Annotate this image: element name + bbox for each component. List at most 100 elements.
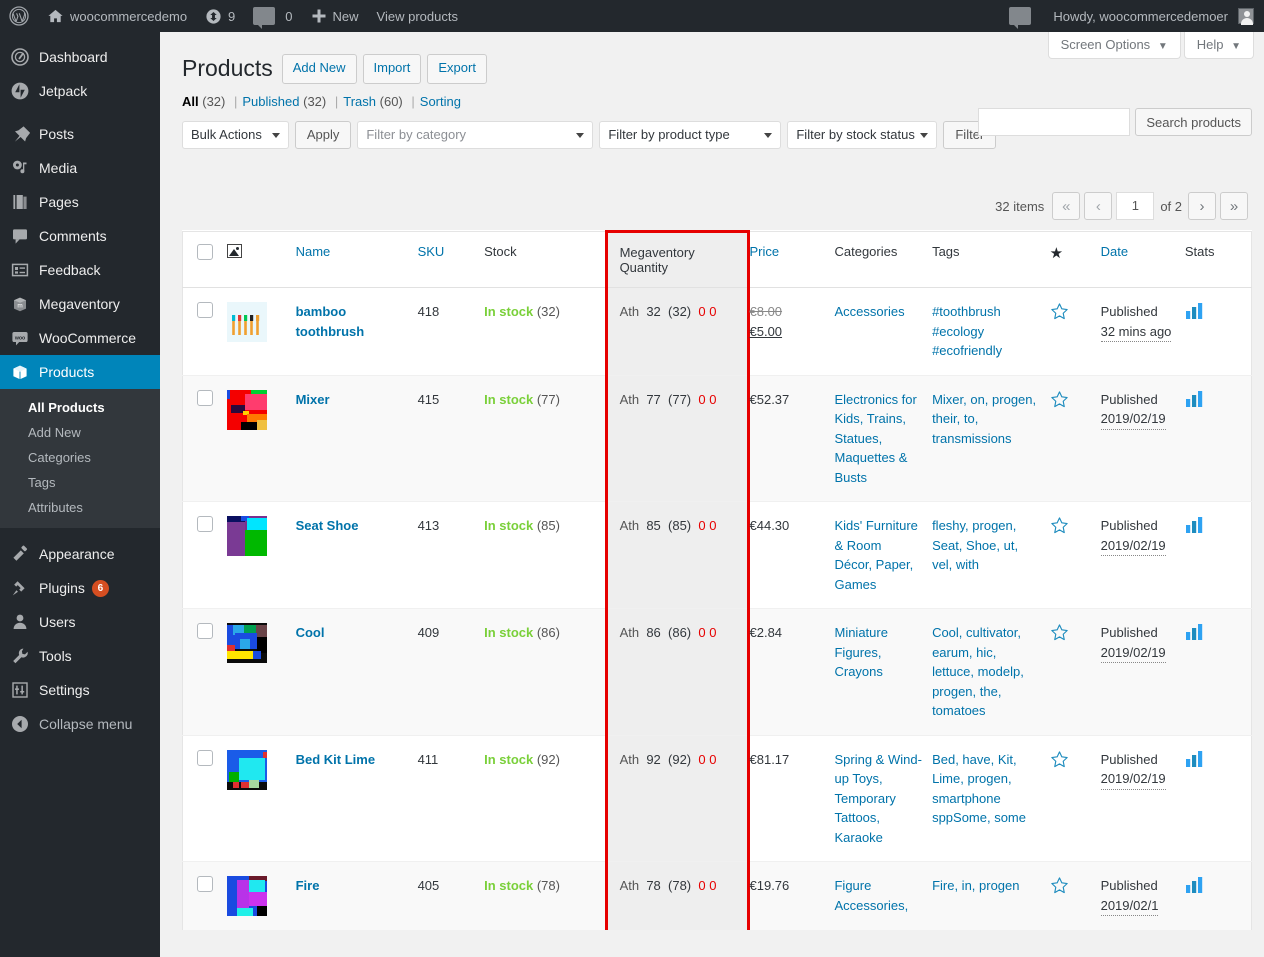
sidebar-item-posts[interactable]: Posts: [0, 117, 160, 151]
product-thumbnail[interactable]: [226, 389, 286, 430]
column-date-label[interactable]: Date: [1101, 244, 1128, 259]
category-link[interactable]: Electronics for Kids, Trains, Statues, M…: [834, 392, 916, 485]
row-featured-cell[interactable]: [1049, 374, 1101, 502]
column-price[interactable]: Price: [748, 231, 835, 288]
apply-button[interactable]: Apply: [294, 120, 352, 149]
column-name-label[interactable]: Name: [296, 244, 331, 259]
sidebar-subitem-attributes[interactable]: Attributes: [0, 495, 160, 520]
sidebar-item-woocommerce[interactable]: woo WooCommerce: [0, 321, 160, 355]
tag-link[interactable]: #ecology: [932, 324, 984, 339]
new-content-button[interactable]: New: [302, 0, 368, 32]
sidebar-item-jetpack[interactable]: Jetpack: [0, 74, 160, 108]
current-page-input[interactable]: 1: [1116, 192, 1155, 220]
product-thumbnail[interactable]: [226, 749, 286, 790]
tag-link[interactable]: Cool, cultivator, earum, hic, lettuce, m…: [932, 625, 1024, 718]
sidebar-item-products[interactable]: Products: [0, 355, 168, 389]
row-stats-cell[interactable]: [1184, 861, 1252, 930]
product-thumbnail[interactable]: [226, 623, 286, 663]
product-thumbnail[interactable]: [226, 302, 286, 342]
sidebar-item-dashboard[interactable]: Dashboard: [0, 40, 160, 74]
row-featured-cell[interactable]: [1049, 734, 1101, 862]
row-stats-cell[interactable]: [1184, 734, 1252, 862]
import-button[interactable]: Import: [362, 54, 422, 84]
row-checkbox[interactable]: [197, 302, 213, 318]
row-checkbox[interactable]: [197, 749, 213, 766]
sidebar-item-tools[interactable]: Tools: [0, 639, 160, 673]
add-new-button[interactable]: Add New: [281, 54, 357, 84]
product-name-link[interactable]: Seat Shoe: [296, 518, 359, 533]
select-all-checkbox[interactable]: [197, 244, 213, 260]
row-stats-cell[interactable]: [1184, 608, 1252, 735]
product-thumbnail[interactable]: [226, 516, 286, 556]
screen-options-button[interactable]: Screen Options ▼: [1047, 32, 1181, 59]
product-name-link[interactable]: Bed Kit Lime: [296, 752, 375, 767]
row-featured-cell[interactable]: [1049, 608, 1101, 735]
view-sorting[interactable]: Sorting: [420, 94, 461, 109]
view-trash-link[interactable]: Trash: [343, 94, 376, 109]
sidebar-item-settings[interactable]: Settings: [0, 673, 160, 707]
sidebar-item-plugins[interactable]: Plugins 6: [0, 571, 160, 605]
category-link[interactable]: Kids' Furniture & Room Décor, Paper, Gam…: [834, 518, 917, 592]
filter-category-select[interactable]: Filter by category: [357, 120, 594, 149]
sidebar-item-comments[interactable]: Comments: [0, 219, 160, 253]
row-checkbox[interactable]: [197, 876, 213, 892]
product-name-link[interactable]: Mixer: [296, 392, 330, 407]
sidebar-item-users[interactable]: Users: [0, 605, 160, 639]
updates-button[interactable]: 9: [196, 0, 244, 32]
column-sku[interactable]: SKU: [417, 231, 485, 288]
export-button[interactable]: Export: [427, 54, 487, 84]
last-page-button[interactable]: »: [1220, 192, 1248, 220]
view-products-button[interactable]: View products: [368, 0, 467, 32]
tag-link[interactable]: Mixer, on, progen, their, to, transmissi…: [932, 392, 1036, 446]
filter-stock-status-select[interactable]: Filter by stock status: [787, 120, 938, 149]
column-sku-label[interactable]: SKU: [418, 244, 445, 259]
sidebar-subitem-all-products[interactable]: All Products: [0, 395, 160, 420]
help-button[interactable]: Help ▼: [1183, 32, 1254, 59]
tag-link[interactable]: fleshy, progen, Seat, Shoe, ut, vel, wit…: [932, 518, 1018, 572]
next-page-button[interactable]: ›: [1188, 192, 1216, 220]
filter-product-type-select[interactable]: Filter by product type: [599, 120, 782, 149]
sidebar-item-megaventory[interactable]: m Megaventory: [0, 287, 160, 321]
wp-logo-button[interactable]: [0, 0, 38, 32]
site-name-menu[interactable]: woocommercedemo: [38, 0, 196, 32]
view-published-link[interactable]: Published: [242, 94, 299, 109]
sidebar-subitem-add-new[interactable]: Add New: [0, 420, 160, 445]
tag-link[interactable]: Bed, have, Kit, Lime, progen, smartphone…: [932, 752, 1026, 826]
product-thumbnail[interactable]: [226, 876, 286, 916]
view-trash[interactable]: Trash (60) |: [343, 94, 420, 109]
row-stats-cell[interactable]: [1184, 287, 1252, 375]
bulk-actions-select[interactable]: Bulk Actions: [182, 120, 289, 149]
sidebar-subitem-tags[interactable]: Tags: [0, 470, 160, 495]
view-sorting-link[interactable]: Sorting: [420, 94, 461, 109]
column-select-all[interactable]: [182, 231, 227, 288]
column-name[interactable]: Name: [295, 231, 418, 288]
search-products-button[interactable]: Search products: [1135, 108, 1252, 136]
comments-button[interactable]: 0: [244, 0, 301, 32]
row-featured-cell[interactable]: [1049, 861, 1101, 930]
my-account-menu[interactable]: Howdy, woocommercedemoer: [1044, 0, 1230, 32]
row-checkbox[interactable]: [197, 389, 213, 406]
row-stats-cell[interactable]: [1184, 374, 1252, 502]
sidebar-item-appearance[interactable]: Appearance: [0, 537, 160, 571]
view-all-link[interactable]: All: [182, 94, 199, 109]
sidebar-item-media[interactable]: Media: [0, 151, 160, 185]
product-name-link[interactable]: bamboo toothbrush: [296, 304, 365, 339]
row-checkbox[interactable]: [197, 623, 213, 639]
sidebar-subitem-categories[interactable]: Categories: [0, 445, 160, 470]
product-name-link[interactable]: Fire: [296, 878, 320, 893]
tag-link[interactable]: #toothbrush: [932, 304, 1001, 319]
category-link[interactable]: Spring & Wind-up Toys, Temporary Tattoos…: [834, 752, 921, 845]
row-checkbox[interactable]: [197, 516, 213, 532]
view-published[interactable]: Published (32) |: [242, 94, 343, 109]
tag-link[interactable]: #ecofriendly: [932, 343, 1002, 358]
view-all[interactable]: All (32) |: [182, 94, 242, 109]
category-link[interactable]: Figure Accessories,: [834, 878, 908, 913]
row-featured-cell[interactable]: [1049, 501, 1101, 609]
notifications-button[interactable]: [1000, 0, 1044, 32]
tag-link[interactable]: Fire, in, progen: [932, 878, 1019, 893]
sidebar-item-feedback[interactable]: Feedback: [0, 253, 160, 287]
search-input[interactable]: [978, 108, 1131, 136]
category-link[interactable]: Accessories: [834, 304, 904, 319]
column-price-label[interactable]: Price: [750, 244, 780, 259]
prev-page-button[interactable]: ‹: [1084, 192, 1113, 220]
